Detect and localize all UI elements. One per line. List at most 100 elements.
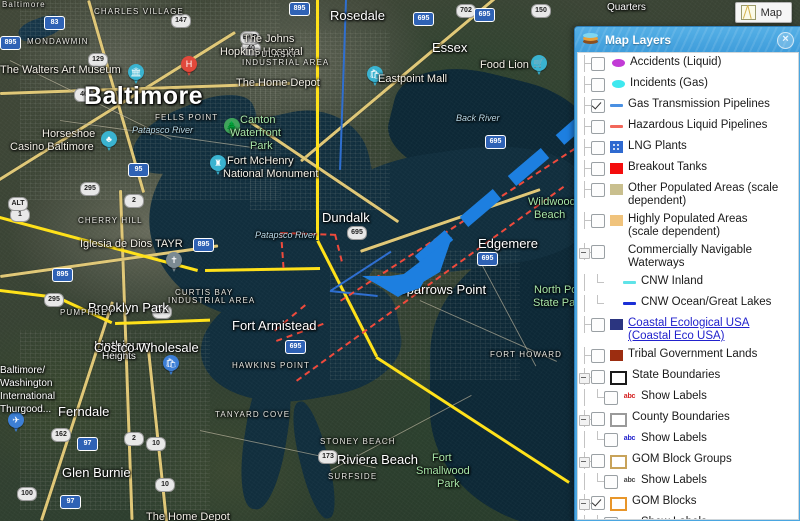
layer-checkbox[interactable] [604, 517, 618, 519]
layer-checkbox[interactable] [591, 245, 605, 259]
layer-checkbox[interactable] [591, 318, 605, 332]
layer-checkbox[interactable] [591, 454, 605, 468]
monument-pin[interactable]: ♜ [210, 155, 226, 176]
tree-gutter [578, 274, 604, 291]
layer-row[interactable]: GOM Block Groups [578, 450, 798, 471]
layer-checkbox[interactable] [604, 433, 618, 447]
layer-row[interactable]: GOM Blocks [578, 492, 798, 513]
layer-swatch-dot [612, 59, 625, 67]
layer-label: Show Labels [641, 432, 707, 444]
route-shield: ALT [8, 197, 28, 211]
mall-pin[interactable]: 🛍 [367, 66, 383, 87]
tree-elbow [591, 389, 604, 406]
layer-checkbox[interactable] [591, 214, 605, 228]
expander-toggle[interactable] [578, 452, 592, 469]
route-shield: 295 [80, 182, 100, 196]
layer-swatch-hollow [610, 413, 627, 427]
layer-row[interactable]: County Boundaries [578, 408, 798, 429]
layer-checkbox[interactable] [591, 183, 605, 197]
route-shield: 895 [289, 2, 310, 16]
route-shield: 895 [52, 268, 73, 282]
layer-row[interactable]: LNG Plants [578, 137, 798, 158]
layer-row[interactable]: abc Show Labels [578, 429, 798, 450]
layer-checkbox[interactable] [604, 475, 618, 489]
route-shield: 97 [77, 437, 98, 451]
layer-checkbox[interactable] [604, 391, 618, 405]
layer-swatch-lng [610, 141, 623, 153]
layer-checkbox[interactable] [591, 99, 605, 113]
tree-gutter [578, 316, 591, 333]
panel-header: Map Layers × [575, 27, 800, 52]
route-shield: 171 [152, 305, 172, 319]
layer-row[interactable]: Other Populated Areas (scale dependent) [578, 179, 798, 210]
casino-pin[interactable]: ♣ [101, 131, 117, 152]
layer-row[interactable]: CNW Inland [578, 272, 798, 293]
route-shield: 83 [44, 16, 65, 30]
layer-row[interactable]: Coastal Ecological USA (Coastal Eco USA) [578, 314, 798, 345]
layer-checkbox[interactable] [591, 496, 605, 510]
expander-toggle[interactable] [578, 243, 592, 260]
expander-toggle[interactable] [578, 494, 592, 511]
panel-title: Map Layers [605, 32, 672, 47]
layer-row[interactable]: Accidents (Liquid) [578, 53, 798, 74]
route-shield: 702 [456, 4, 476, 18]
tree-gutter [578, 76, 591, 93]
layer-row[interactable]: CNW Ocean/Great Lakes [578, 293, 798, 314]
layer-label: GOM Block Groups [632, 453, 732, 465]
tree-gutter [578, 515, 604, 519]
shopping-pin[interactable]: 🛍 [163, 355, 179, 376]
layer-checkbox[interactable] [591, 57, 605, 71]
layer-row[interactable]: abc Show Labels [578, 387, 798, 408]
layer-swatch-line [623, 281, 636, 284]
layer-checkbox[interactable] [591, 141, 605, 155]
layer-checkbox[interactable] [591, 78, 605, 92]
layer-checkbox[interactable] [591, 349, 605, 363]
church-pin[interactable]: ✝ [166, 252, 182, 273]
map-type-button[interactable]: Map [734, 2, 792, 23]
museum-pin[interactable]: 🏛 [128, 64, 144, 85]
layer-row[interactable]: Highly Populated Areas (scale dependent) [578, 210, 798, 241]
layer-swatch-box [610, 215, 623, 226]
close-icon[interactable]: × [777, 32, 794, 49]
hospital-pin[interactable]: H [181, 56, 197, 77]
tree-gutter [578, 118, 591, 135]
layer-checkbox[interactable] [591, 162, 605, 176]
route-shield: 895 [0, 36, 21, 50]
tree-line [578, 431, 591, 448]
route-shield: 100 [17, 487, 37, 501]
tree-gutter [578, 55, 591, 72]
tree-gutter [578, 494, 592, 511]
route-shield: 129 [88, 53, 108, 67]
layer-row[interactable]: Tribal Government Lands [578, 345, 798, 366]
tree-elbow [578, 139, 591, 156]
layer-tree[interactable]: Accidents (Liquid) Incidents (Gas) Gas Tra… [577, 52, 799, 520]
layer-row[interactable]: Hazardous Liquid Pipelines [578, 116, 798, 137]
layer-row[interactable]: Commercially Navigable Waterways [578, 241, 798, 272]
layer-checkbox[interactable] [591, 370, 605, 384]
route-shield: 695 [477, 252, 498, 266]
layer-row[interactable]: Incidents (Gas) [578, 74, 798, 95]
route-shield: 95 [128, 163, 149, 177]
layer-checkbox[interactable] [591, 412, 605, 426]
expander-toggle[interactable] [578, 368, 592, 385]
route-shield: 695 [413, 12, 434, 26]
grocery-pin[interactable]: 🛒 [531, 55, 547, 76]
layer-label[interactable]: Coastal Ecological USA (Coastal Eco USA) [628, 316, 780, 343]
route-shield: 2 [124, 194, 144, 208]
expander-toggle[interactable] [578, 410, 592, 427]
layer-checkbox[interactable] [591, 120, 605, 134]
route-shield: 695 [474, 8, 495, 22]
tree-gutter [578, 389, 604, 406]
layer-swatch-box [610, 350, 623, 361]
layer-row[interactable]: Gas Transmission Pipelines [578, 95, 798, 116]
layer-label: Other Populated Areas (scale dependent) [628, 182, 779, 207]
layer-row[interactable]: abc Show Labels [578, 513, 798, 519]
map-layers-panel[interactable]: Map Layers × Accidents (Liquid) Incidents… [574, 26, 800, 521]
layer-row[interactable]: Breakout Tanks [578, 158, 798, 179]
layer-row[interactable]: State Boundaries [578, 366, 798, 387]
airport-pin[interactable]: ✈ [8, 412, 24, 433]
park-pin[interactable]: 🌲 [224, 118, 240, 139]
route-shield: 295 [44, 293, 64, 307]
tree-elbow [578, 118, 591, 135]
layer-row[interactable]: abc Show Labels [578, 471, 798, 492]
